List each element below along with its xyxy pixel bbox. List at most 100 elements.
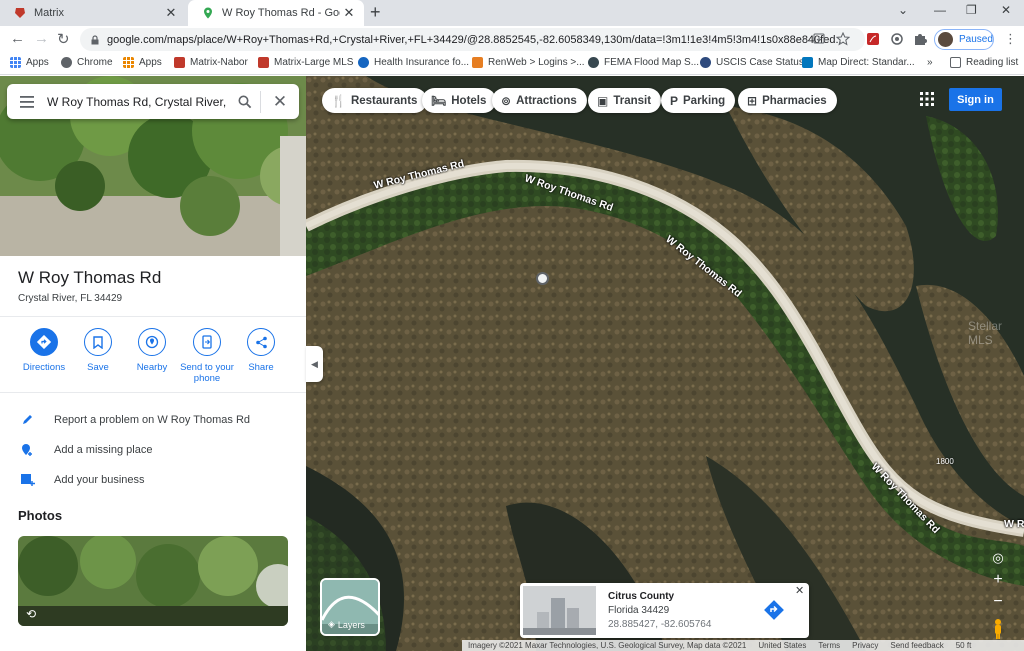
sign-in-button[interactable]: Sign in <box>949 88 1002 111</box>
bookmarks-overflow[interactable]: » <box>927 57 933 68</box>
chip-attractions[interactable]: ⊚ Attractions <box>492 88 587 113</box>
add-business-link[interactable]: Add your business <box>18 473 145 486</box>
add-missing-place-link[interactable]: Add a missing place <box>18 443 152 457</box>
bookmark-chrome[interactable]: Chrome <box>61 57 113 68</box>
map-direct-icon <box>802 57 813 68</box>
minimize-icon[interactable]: — <box>934 3 946 17</box>
row-label: Add your business <box>54 473 145 486</box>
street-view-thumbnail <box>523 586 596 635</box>
reading-list-button[interactable]: Reading list <box>950 57 1018 68</box>
search-input[interactable]: W Roy Thomas Rd, Crystal River, FL <box>47 95 230 109</box>
photo-thumbnail[interactable]: ⟲ <box>18 536 288 626</box>
extensions-puzzle-icon[interactable] <box>913 32 927 46</box>
close-card-icon[interactable]: ✕ <box>795 584 804 597</box>
forward-icon[interactable]: → <box>34 30 49 47</box>
fork-knife-icon: 🍴 <box>331 93 346 108</box>
tab-google-maps[interactable]: W Roy Thomas Rd - Google Maps ✕ <box>188 0 364 26</box>
bookmark-matrix-large-mls[interactable]: Matrix-Large MLS <box>258 57 353 68</box>
profile-status: Paused <box>959 34 993 45</box>
collapse-panel-button[interactable]: ◀ <box>306 346 323 382</box>
chrome-menu-icon[interactable]: ⋮ <box>1004 31 1017 47</box>
zoom-in-icon[interactable]: + <box>986 569 1010 591</box>
magnifier-icon <box>238 95 252 108</box>
bookmark-apps[interactable]: Apps <box>10 57 49 68</box>
settings-extension-icon[interactable] <box>890 32 904 46</box>
chip-restaurants[interactable]: 🍴 Restaurants <box>322 88 428 113</box>
reload-icon[interactable]: ↻ <box>57 30 70 48</box>
privacy-link[interactable]: Privacy <box>852 641 878 650</box>
add-business-icon <box>18 473 36 486</box>
tab-matrix[interactable]: Matrix ✕ <box>0 0 186 26</box>
send-to-phone-icon <box>193 328 221 356</box>
clear-search-icon[interactable]: ✕ <box>261 92 299 112</box>
place-address: Crystal River, FL 34429 <box>18 293 123 304</box>
chip-pharmacies[interactable]: ⊞ Pharmacies <box>738 88 837 113</box>
renweb-icon <box>472 57 483 68</box>
address-bar[interactable]: google.com/maps/place/W+Roy+Thomas+Rd,+C… <box>80 28 865 51</box>
bookmark-label: Matrix-Nabor <box>190 57 248 68</box>
reading-list-label: Reading list <box>966 57 1019 68</box>
scale-label[interactable]: 50 ft <box>956 641 972 650</box>
pdf-extension-icon[interactable] <box>866 32 880 46</box>
bookmark-label: FEMA Flood Map S... <box>604 57 700 68</box>
directions-diamond-icon[interactable] <box>763 599 785 621</box>
parking-icon: P <box>670 93 679 108</box>
location-info-card[interactable]: Citrus County Florida 34429 28.885427, -… <box>520 583 809 638</box>
my-location-icon[interactable]: ◎ <box>986 547 1010 569</box>
chip-label: Hotels <box>451 94 487 107</box>
chip-transit[interactable]: ▣ Transit <box>588 88 662 113</box>
restore-icon[interactable]: ❐ <box>966 3 977 17</box>
send-feedback-link[interactable]: Send feedback <box>890 641 943 650</box>
bookmark-matrix-nabor[interactable]: Matrix-Nabor <box>174 57 248 68</box>
google-apps-icon[interactable] <box>920 92 934 106</box>
bookmark-renweb[interactable]: RenWeb > Logins >... <box>472 57 585 68</box>
pharmacy-icon: ⊞ <box>747 93 758 108</box>
tab-title: Matrix <box>34 7 64 19</box>
layers-button[interactable]: ◈ Layers <box>320 578 380 636</box>
bookmark-label: Matrix-Large MLS <box>274 57 354 68</box>
menu-icon[interactable] <box>7 95 47 108</box>
back-icon[interactable]: ← <box>10 30 25 47</box>
bookmark-label: Health Insurance fo... <box>374 57 470 68</box>
share-icon <box>247 328 275 356</box>
chip-hotels[interactable]: 🛏 Hotels <box>422 88 497 113</box>
satellite-map[interactable]: 🍴 Restaurants 🛏 Hotels ⊚ Attractions ▣ Trans… <box>306 76 1024 651</box>
watermark: Stellar MLS <box>968 319 1003 347</box>
profile-button[interactable]: Paused <box>934 29 994 50</box>
lock-icon <box>91 34 99 44</box>
search-icon[interactable] <box>230 95 260 109</box>
zoom-out-icon[interactable]: − <box>986 591 1010 613</box>
terms-link[interactable]: Terms <box>818 641 840 650</box>
bookmark-health-insurance[interactable]: Health Insurance fo... <box>358 57 469 68</box>
bookmark-star-icon[interactable] <box>836 32 850 46</box>
chevron-left-icon: ◀ <box>311 358 318 369</box>
uscis-icon <box>700 57 711 68</box>
chip-parking[interactable]: P Parking <box>661 88 736 113</box>
action-label: Share <box>248 362 274 373</box>
chip-label: Transit <box>613 94 652 107</box>
bookmark-map-direct[interactable]: Map Direct: Standar... <box>802 57 915 68</box>
globe-icon <box>61 57 72 68</box>
pegman-icon[interactable] <box>991 618 1005 640</box>
bookmark-fema[interactable]: FEMA Flood Map S... <box>588 57 699 68</box>
bookmark-uscis[interactable]: USCIS Case Status <box>700 57 804 68</box>
close-window-icon[interactable]: ✕ <box>1001 3 1011 17</box>
place-pin-icon[interactable] <box>536 272 549 285</box>
row-label: Report a problem on W Roy Thomas Rd <box>54 413 251 426</box>
imagery-credit: Imagery ©2021 Maxar Technologies, U.S. G… <box>468 641 747 650</box>
report-problem-link[interactable]: Report a problem on W Roy Thomas Rd <box>18 413 250 426</box>
new-tab-icon[interactable]: + <box>370 2 381 23</box>
layers-label: Layers <box>337 619 365 630</box>
reading-list-icon <box>950 57 961 68</box>
country-link[interactable]: United States <box>758 641 806 650</box>
bookmark-apps-2[interactable]: Apps <box>123 57 162 68</box>
pencil-icon <box>18 413 36 426</box>
search-box[interactable]: W Roy Thomas Rd, Crystal River, FL ✕ <box>7 84 299 119</box>
tab-search-icon[interactable]: ⌄ <box>898 3 908 17</box>
install-icon[interactable] <box>812 32 826 46</box>
chip-label: Restaurants <box>350 94 418 107</box>
close-tab-icon[interactable]: ✕ <box>340 5 358 21</box>
bookmark-label: Apps <box>26 57 49 68</box>
share-button[interactable]: Share <box>226 328 296 373</box>
close-tab-icon[interactable]: ✕ <box>162 5 180 21</box>
